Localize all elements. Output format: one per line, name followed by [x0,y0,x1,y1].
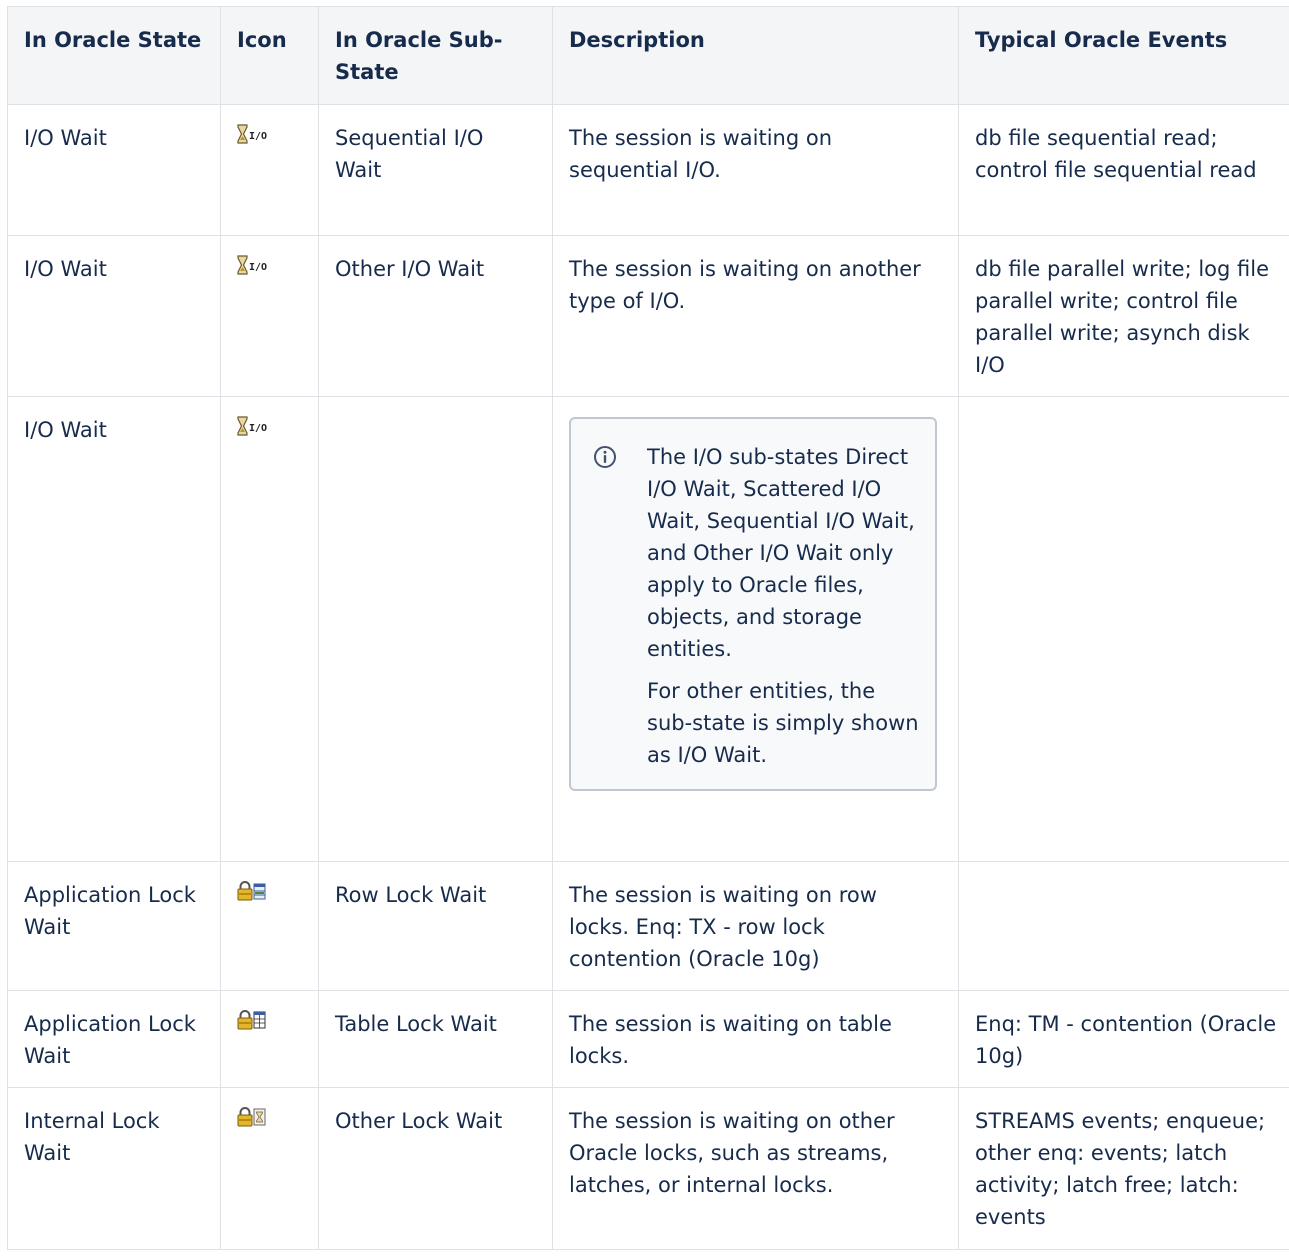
cell-events: db file sequential read; control file se… [958,104,1289,236]
cell-description: The session is waiting on other Oracle l… [552,1087,959,1250]
cell-state: I/O Wait [7,396,221,862]
header-icon: Icon [220,6,319,105]
info-paragraph: For other entities, the sub-state is sim… [647,679,919,767]
info-icon [593,445,617,469]
header-events: Typical Oracle Events [958,6,1289,105]
cell-icon [220,990,319,1088]
table-header-row: In Oracle State Icon In Oracle Sub-State… [7,6,1289,105]
header-substate: In Oracle Sub-State [318,6,553,105]
table-row: Application Lock Wait Row Lock Wait The … [7,861,1289,991]
cell-description: The I/O sub-states Direct I/O Wait, Scat… [552,396,959,862]
cell-events [958,396,1289,862]
svg-text:I/O: I/O [249,131,267,142]
cell-substate: Other I/O Wait [318,235,553,397]
cell-state: Internal Lock Wait [7,1087,221,1250]
cell-substate: Row Lock Wait [318,861,553,991]
cell-description: The session is waiting on table locks. [552,990,959,1088]
cell-substate: Sequential I/O Wait [318,104,553,236]
cell-description: The session is waiting on another type o… [552,235,959,397]
cell-icon: I/O [220,396,319,862]
cell-events [958,861,1289,991]
table-row: I/O Wait I/O Other I/O Wait The session … [7,235,1289,397]
lock-row-icon [237,881,267,903]
hourglass-io-icon: I/O [237,255,267,277]
table-row: I/O Wait I/O The I/O sub-states Direct I… [7,396,1289,862]
svg-text:I/O: I/O [249,262,267,273]
table-row: I/O Wait I/O Sequential I/O Wait The ses… [7,104,1289,236]
cell-icon [220,1087,319,1250]
cell-icon: I/O [220,104,319,236]
cell-icon: I/O [220,235,319,397]
info-paragraph: The I/O sub-states Direct I/O Wait, Scat… [647,445,915,661]
cell-state: Application Lock Wait [7,861,221,991]
cell-substate [318,396,553,862]
cell-substate: Other Lock Wait [318,1087,553,1250]
lock-table-icon [237,1010,267,1032]
svg-text:I/O: I/O [249,423,267,434]
hourglass-io-icon: I/O [237,124,267,146]
lock-other-icon [237,1107,267,1129]
cell-events: db file parallel write; log file paralle… [958,235,1289,397]
cell-events: Enq: TM - contention (Oracle 10g) [958,990,1289,1088]
cell-state: Application Lock Wait [7,990,221,1088]
info-panel: The I/O sub-states Direct I/O Wait, Scat… [569,417,937,791]
cell-description: The session is waiting on sequential I/O… [552,104,959,236]
cell-icon [220,861,319,991]
header-state: In Oracle State [7,6,221,105]
oracle-states-table: In Oracle State Icon In Oracle Sub-State… [7,6,1289,1250]
cell-state: I/O Wait [7,235,221,397]
hourglass-io-icon: I/O [237,416,267,438]
info-panel-body: The I/O sub-states Direct I/O Wait, Scat… [647,441,919,771]
table-row: Internal Lock Wait Other Lock Wait The s… [7,1087,1289,1250]
cell-state: I/O Wait [7,104,221,236]
cell-events: STREAMS events; enqueue; other enq: even… [958,1087,1289,1250]
page: In Oracle State Icon In Oracle Sub-State… [0,0,1289,1257]
cell-substate: Table Lock Wait [318,990,553,1088]
header-description: Description [552,6,959,105]
table-row: Application Lock Wait Table Lock Wait Th… [7,990,1289,1088]
cell-description: The session is waiting on row locks. Enq… [552,861,959,991]
